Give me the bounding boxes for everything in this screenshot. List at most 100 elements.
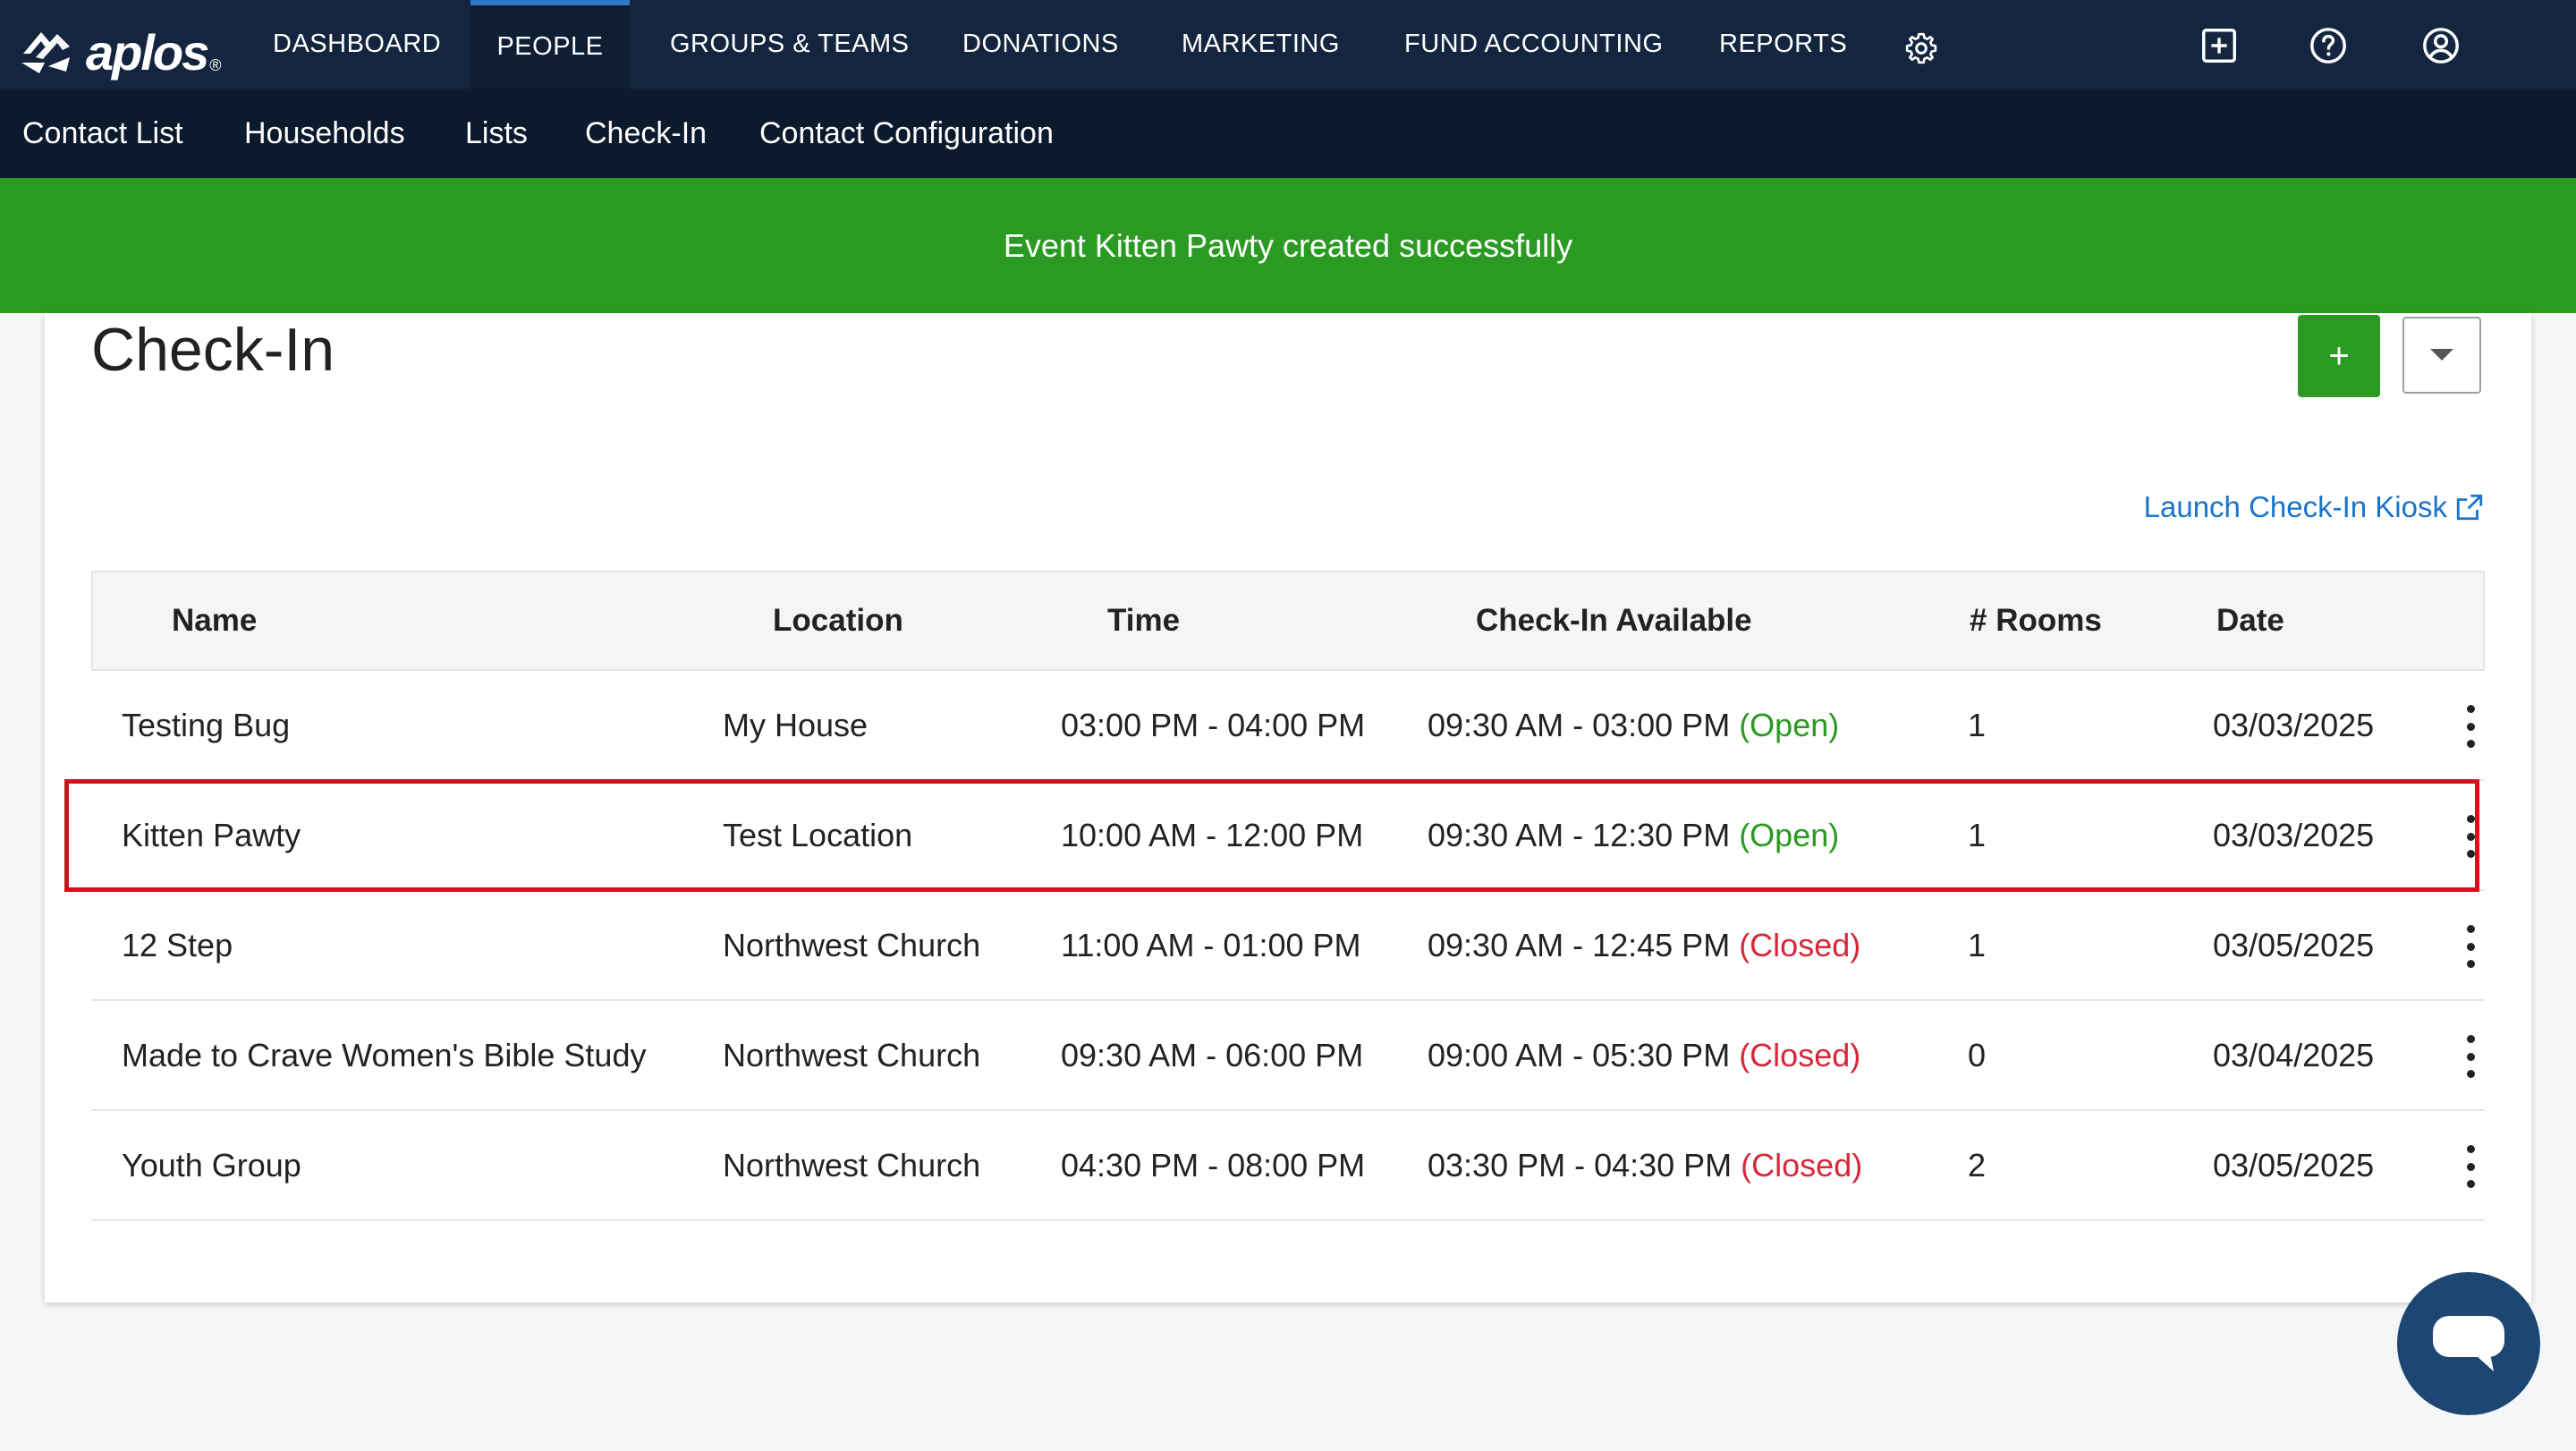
cell-rooms: 1 <box>1968 816 1987 853</box>
header-check-in-available[interactable]: Check-In Available <box>1476 573 1752 669</box>
nav-groups-teams[interactable]: GROUPS & TEAMS <box>670 0 910 89</box>
subnav-check-in[interactable]: Check-In <box>585 89 707 178</box>
cell-location: My House <box>723 706 869 743</box>
header-name[interactable]: Name <box>172 573 257 669</box>
nav-reports-label: REPORTS <box>1719 30 1848 58</box>
chat-bubble-icon <box>2433 1316 2504 1371</box>
page-title: Check-In <box>91 316 335 384</box>
cell-time: 09:30 AM - 06:00 PM <box>1061 1036 1364 1073</box>
cell-location: Test Location <box>723 816 913 853</box>
external-link-icon <box>2456 494 2483 521</box>
header-time[interactable]: Time <box>1107 573 1180 669</box>
add-event-button[interactable]: + <box>2298 315 2380 397</box>
caret-down-icon <box>2430 349 2453 361</box>
add-event-label: + <box>2328 335 2350 376</box>
help-icon[interactable] <box>2308 25 2349 66</box>
row-actions-menu-icon[interactable] <box>2453 705 2488 748</box>
available-range: 09:30 AM - 12:30 PM <box>1428 816 1731 853</box>
cell-check-in-available: 09:00 AM - 05:30 PM (Closed) <box>1428 1001 1860 1109</box>
nav-donations-label: DONATIONS <box>962 30 1119 58</box>
header-rooms[interactable]: # Rooms <box>1970 573 2102 669</box>
cell-location: Northwest Church <box>723 1036 981 1073</box>
status-closed: (Closed) <box>1739 1036 1861 1073</box>
aplos-logo-icon <box>21 32 70 73</box>
header-location[interactable]: Location <box>773 573 903 669</box>
cell-name: 12 Step <box>122 926 233 963</box>
launch-kiosk-link[interactable]: Launch Check-In Kiosk <box>2144 490 2485 524</box>
more-options-dropdown-button[interactable] <box>2402 317 2481 394</box>
logo-text: aplos <box>86 23 209 81</box>
status-closed: (Closed) <box>1741 1146 1863 1184</box>
subnav-contact-list[interactable]: Contact List <box>22 89 183 178</box>
cell-rooms: 1 <box>1968 706 1987 743</box>
cell-name: Youth Group <box>122 1146 301 1184</box>
cell-date: 03/03/2025 <box>2213 706 2375 743</box>
available-range: 09:00 AM - 05:30 PM <box>1428 1036 1731 1073</box>
nav-fund-accounting-label: FUND ACCOUNTING <box>1404 30 1664 58</box>
success-banner: Event Kitten Pawty created successfully <box>0 178 2576 313</box>
subnav-households[interactable]: Households <box>244 89 405 178</box>
nav-marketing[interactable]: MARKETING <box>1182 0 1340 89</box>
table-row[interactable]: Testing Bug My House 03:00 PM - 04:00 PM… <box>91 671 2485 781</box>
table-row[interactable]: 12 Step Northwest Church 11:00 AM - 01:0… <box>91 891 2485 1001</box>
available-range: 09:30 AM - 12:45 PM <box>1428 926 1731 963</box>
nav-marketing-label: MARKETING <box>1182 30 1340 58</box>
nav-people-label: PEOPLE <box>496 32 604 61</box>
row-actions-menu-icon[interactable] <box>2453 1035 2488 1078</box>
available-range: 09:30 AM - 03:00 PM <box>1428 706 1731 743</box>
cell-time: 03:00 PM - 04:00 PM <box>1061 706 1366 743</box>
cell-date: 03/05/2025 <box>2213 1146 2375 1184</box>
nav-donations[interactable]: DONATIONS <box>962 0 1119 89</box>
cell-check-in-available: 09:30 AM - 12:45 PM (Closed) <box>1428 891 1860 999</box>
cell-check-in-available: 09:30 AM - 03:00 PM (Open) <box>1428 671 1839 779</box>
cell-rooms: 2 <box>1968 1146 1987 1184</box>
status-closed: (Closed) <box>1739 926 1861 963</box>
cell-rooms: 1 <box>1968 926 1987 963</box>
success-message: Event Kitten Pawty created successfully <box>1003 226 1573 264</box>
aplos-logo[interactable]: aplos ® <box>18 23 222 81</box>
logo-registered: ® <box>209 56 222 74</box>
add-box-icon[interactable] <box>2199 25 2240 66</box>
table-row[interactable]: Youth Group Northwest Church 04:30 PM - … <box>91 1111 2485 1221</box>
cell-time: 04:30 PM - 08:00 PM <box>1061 1146 1366 1184</box>
cell-name: Made to Crave Women's Bible Study <box>122 1036 647 1073</box>
account-icon[interactable] <box>2420 25 2462 66</box>
cell-check-in-available: 09:30 AM - 12:30 PM (Open) <box>1428 781 1839 889</box>
table-row[interactable]: Made to Crave Women's Bible Study Northw… <box>91 1001 2485 1111</box>
cell-date: 03/05/2025 <box>2213 926 2375 963</box>
subnav-contact-configuration-label: Contact Configuration <box>759 115 1054 150</box>
nav-dashboard-label: DASHBOARD <box>273 30 442 58</box>
cell-time: 10:00 AM - 12:00 PM <box>1061 816 1364 853</box>
nav-reports[interactable]: REPORTS <box>1719 0 1847 89</box>
row-actions-menu-icon[interactable] <box>2453 815 2488 858</box>
subnav-households-label: Households <box>244 115 405 150</box>
cell-check-in-available: 03:30 PM - 04:30 PM (Closed) <box>1428 1111 1862 1219</box>
nav-groups-teams-label: GROUPS & TEAMS <box>670 30 910 58</box>
events-table: Name Location Time Check-In Available # … <box>91 571 2485 1221</box>
status-open: (Open) <box>1739 706 1840 743</box>
cell-name: Kitten Pawty <box>122 816 301 853</box>
top-nav: aplos ® DASHBOARD PEOPLE GROUPS & TEAMS … <box>0 0 2576 89</box>
gear-icon[interactable] <box>1903 30 1939 66</box>
subnav-check-in-label: Check-In <box>585 115 708 150</box>
subnav-contact-list-label: Contact List <box>22 115 183 150</box>
chat-widget-button[interactable] <box>2397 1272 2540 1415</box>
cell-date: 03/03/2025 <box>2213 816 2375 853</box>
table-header: Name Location Time Check-In Available # … <box>91 571 2485 671</box>
row-actions-menu-icon[interactable] <box>2453 1145 2488 1188</box>
cell-location: Northwest Church <box>723 926 981 963</box>
cell-location: Northwest Church <box>723 1146 981 1184</box>
status-open: (Open) <box>1739 816 1840 853</box>
nav-dashboard[interactable]: DASHBOARD <box>273 0 441 89</box>
table-row[interactable]: Kitten Pawty Test Location 10:00 AM - 12… <box>91 781 2485 891</box>
subnav-lists-label: Lists <box>465 115 528 150</box>
cell-date: 03/04/2025 <box>2213 1036 2375 1073</box>
nav-fund-accounting[interactable]: FUND ACCOUNTING <box>1404 0 1663 89</box>
row-actions-menu-icon[interactable] <box>2453 925 2488 968</box>
sub-nav: Contact List Households Lists Check-In C… <box>0 89 2576 178</box>
subnav-contact-configuration[interactable]: Contact Configuration <box>759 89 1054 178</box>
nav-people[interactable]: PEOPLE <box>470 0 630 89</box>
cell-rooms: 0 <box>1968 1036 1987 1073</box>
header-date[interactable]: Date <box>2216 573 2284 669</box>
subnav-lists[interactable]: Lists <box>465 89 528 178</box>
